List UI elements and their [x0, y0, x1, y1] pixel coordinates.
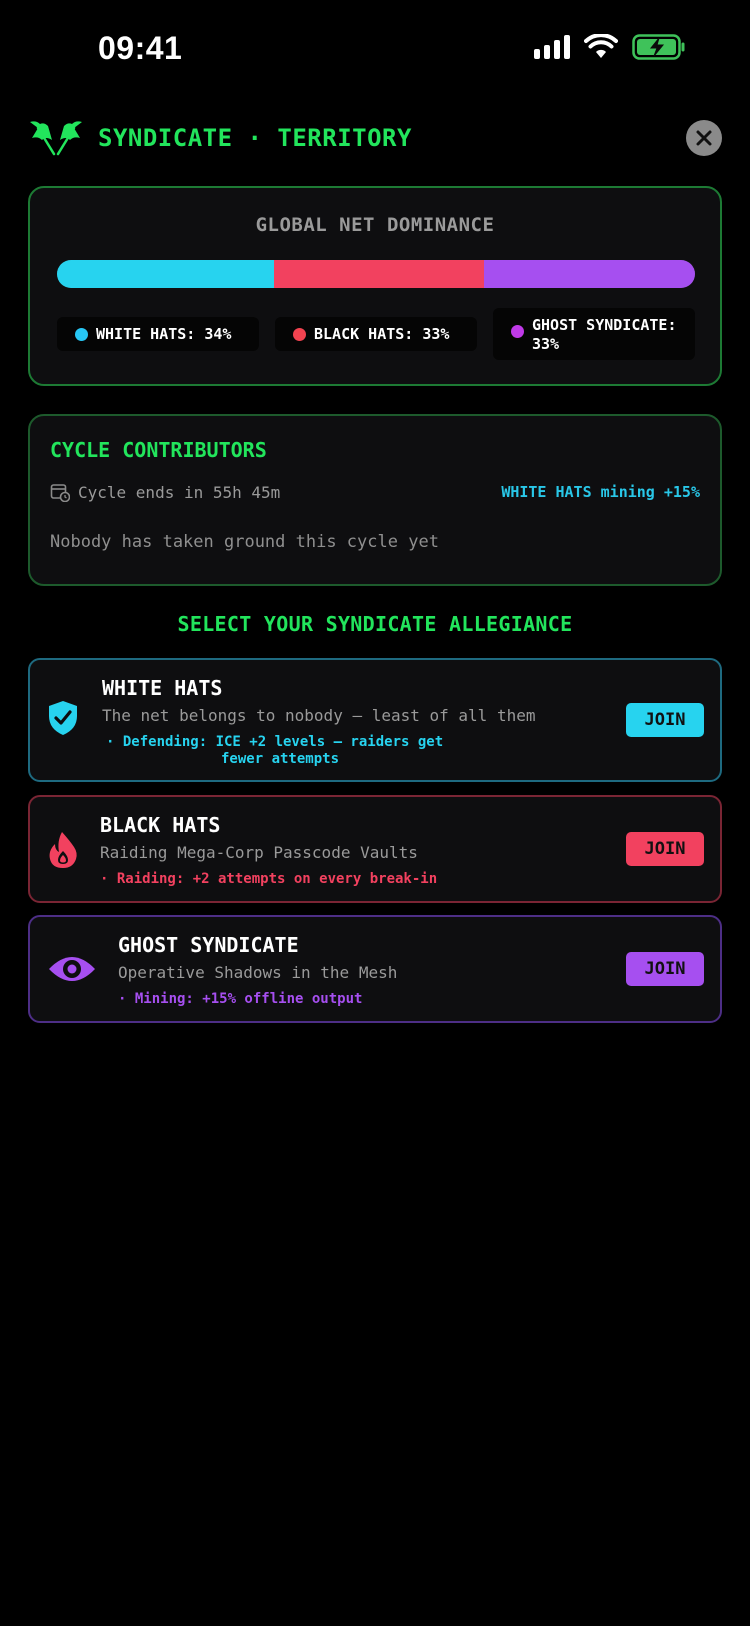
battery-charging-icon	[632, 34, 685, 60]
faction-perk-continued: fewer attempts	[221, 751, 340, 767]
contributors-empty-text: Nobody has taken ground this cycle yet	[50, 532, 439, 552]
legend-label: WHITE HATS: 34%	[96, 324, 232, 343]
faction-card-ghost-syndicate[interactable]: GHOST SYNDICATE Operative Shadows in the…	[28, 915, 722, 1023]
faction-name: BLACK HATS	[100, 813, 221, 837]
header: SYNDICATE · TERRITORY	[28, 114, 722, 162]
legend-dot	[293, 327, 306, 341]
crossed-flags-icon	[30, 121, 82, 156]
faction-card-black-hats[interactable]: BLACK HATS Raiding Mega-Corp Passcode Va…	[28, 795, 722, 903]
flame-icon	[49, 832, 77, 868]
page-title: SYNDICATE · TERRITORY	[98, 124, 412, 152]
dominance-title: GLOBAL NET DOMINANCE	[255, 214, 495, 236]
join-ghost-syndicate-button[interactable]: JOIN	[626, 952, 704, 986]
cycle-contributors-card: CYCLE CONTRIBUTORS Cycle ends in 55h 45m…	[28, 414, 722, 586]
shield-check-icon	[49, 701, 77, 735]
legend-white-hats: WHITE HATS: 34%	[57, 317, 259, 351]
mining-bonus-text: WHITE HATS mining +15%	[501, 483, 700, 501]
faction-perk: · Mining: +15% offline output	[118, 991, 363, 1007]
faction-description: Operative Shadows in the Mesh	[118, 963, 398, 982]
dominance-segment-ghost-syndicate	[484, 260, 695, 288]
faction-card-white-hats[interactable]: WHITE HATS The net belongs to nobody — l…	[28, 658, 722, 782]
faction-description: The net belongs to nobody — least of all…	[102, 706, 536, 725]
cycle-ends-text: Cycle ends in 55h 45m	[78, 482, 281, 502]
join-white-hats-button[interactable]: JOIN	[626, 703, 704, 737]
dominance-segment-white-hats	[57, 260, 274, 288]
faction-name: WHITE HATS	[102, 676, 223, 700]
faction-description: Raiding Mega-Corp Passcode Vaults	[100, 843, 418, 862]
close-button[interactable]	[686, 120, 722, 156]
status-time: 09:41	[98, 30, 183, 66]
allegiance-title: SELECT YOUR SYNDICATE ALLEGIANCE	[177, 612, 573, 636]
contributors-title: CYCLE CONTRIBUTORS	[50, 438, 267, 462]
wifi-icon	[584, 34, 618, 58]
cycle-timer: Cycle ends in 55h 45m	[50, 482, 280, 502]
calendar-clock-icon	[50, 484, 70, 502]
faction-perk: · Raiding: +2 attempts on every break-in	[100, 871, 438, 887]
dominance-card: GLOBAL NET DOMINANCE WHITE HATS: 34% BLA…	[28, 186, 722, 386]
legend-label: GHOST SYNDICATE: 33%	[532, 316, 677, 353]
cellular-signal-icon	[534, 35, 570, 59]
legend-ghost-syndicate: GHOST SYNDICATE: 33%	[493, 308, 695, 360]
close-icon	[696, 130, 712, 146]
legend-label: BLACK HATS: 33%	[314, 324, 450, 343]
dominance-segment-black-hats	[273, 260, 485, 288]
legend-dot	[511, 325, 524, 338]
faction-name: GHOST SYNDICATE	[118, 933, 299, 957]
cycle-row: Cycle ends in 55h 45m WHITE HATS mining …	[50, 480, 700, 504]
dominance-legend: WHITE HATS: 34% BLACK HATS: 33% GHOST SY…	[57, 308, 695, 360]
status-icons	[534, 34, 686, 60]
join-black-hats-button[interactable]: JOIN	[626, 832, 704, 866]
dominance-bar	[57, 260, 695, 288]
eye-icon	[49, 957, 95, 981]
legend-black-hats: BLACK HATS: 33%	[275, 317, 477, 351]
status-bar: 09:41	[0, 0, 750, 100]
legend-dot	[75, 327, 88, 341]
faction-perk: · Defending: ICE +2 levels — raiders get	[106, 734, 444, 750]
